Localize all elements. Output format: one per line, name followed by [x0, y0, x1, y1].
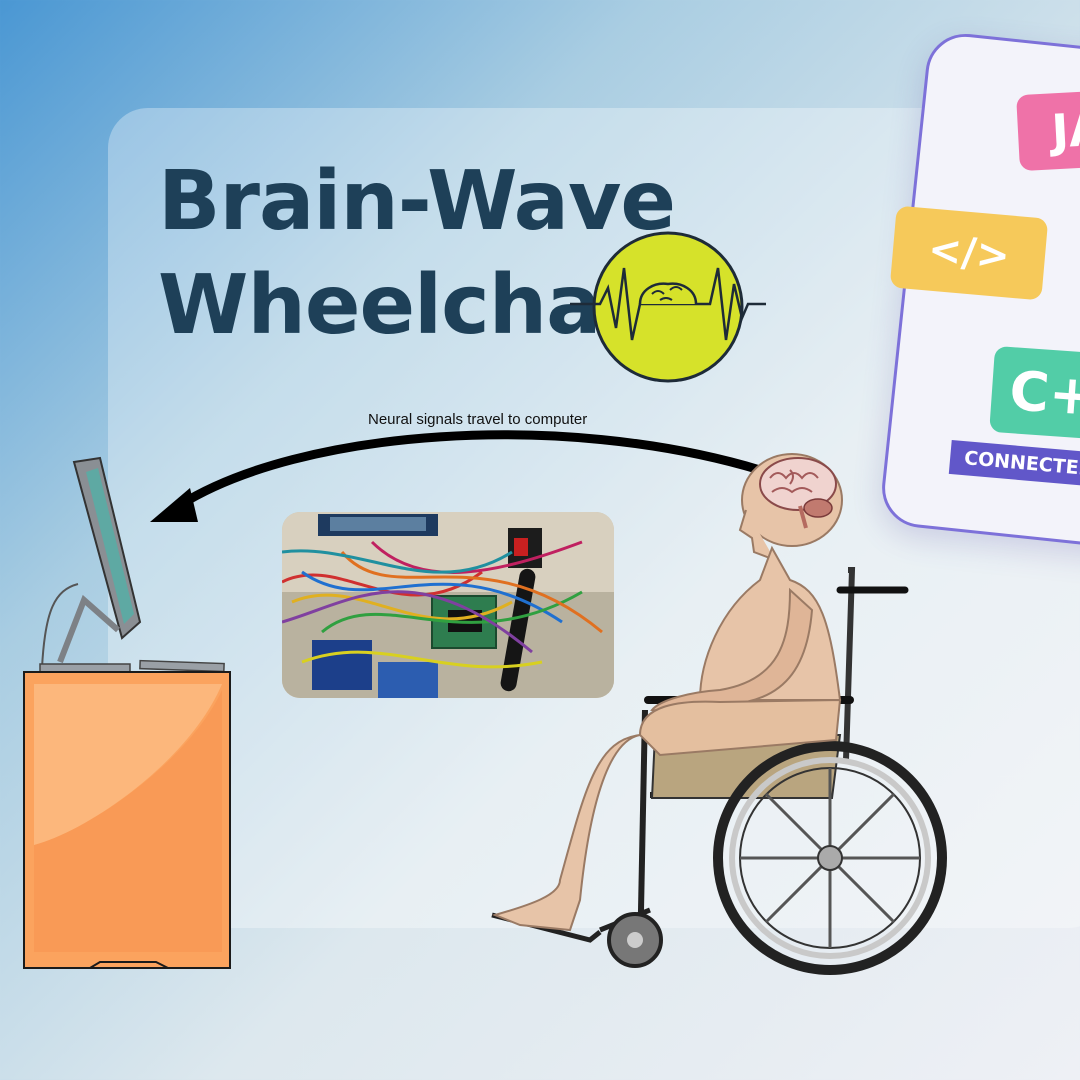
- circuit-photo: [282, 512, 614, 698]
- desk: [23, 671, 231, 969]
- arrow-icon: [150, 430, 765, 522]
- circuit-board-icon: [282, 512, 614, 698]
- monitor-icon: [39, 456, 225, 673]
